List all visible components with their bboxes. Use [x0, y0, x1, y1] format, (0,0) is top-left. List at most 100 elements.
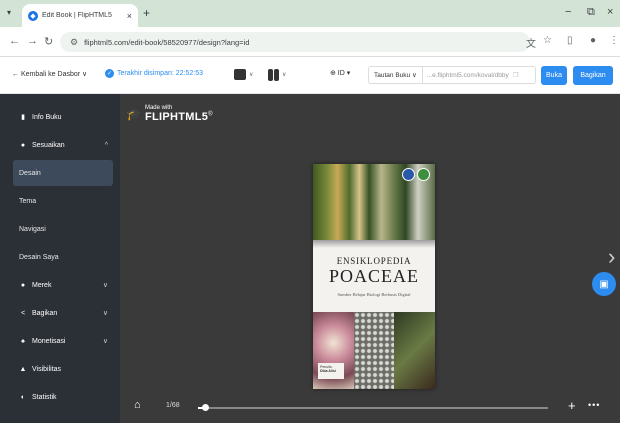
chevron-down-icon: ∨ — [249, 72, 254, 78]
chevron-up-icon: ^ — [104, 141, 108, 149]
side-panel-icon[interactable]: ▯ — [567, 35, 573, 46]
book-subtitle: Sumber Belajar Biologi Berbasis Digital — [337, 292, 411, 297]
book-preview-area: 🎓 Made with FLIPHTML5® ENSIKLOPEDIA POAC… — [120, 94, 620, 423]
open-button[interactable]: Buka — [541, 66, 567, 85]
sidebar-item-navigasi[interactable]: Navigasi — [0, 216, 120, 242]
home-icon[interactable]: ⌂ — [134, 399, 141, 411]
tab-search-icon[interactable]: ▾ — [7, 8, 11, 17]
brand-text: FLIPHTML5 — [144, 111, 209, 123]
zoom-in-icon[interactable]: + — [568, 398, 576, 413]
fliphtml5-watermark: 🎓 Made with FLIPHTML5® — [126, 105, 213, 123]
tag-icon: ● — [20, 281, 26, 289]
browser-tab[interactable]: ◆ Edit Book | FlipHTML5 × — [22, 4, 138, 27]
book-link-value: ...e.fliphtml5.com/koval/dbby — [426, 71, 509, 79]
sidebar-item-bagikan[interactable]: < Bagikan ∨ — [0, 300, 120, 326]
sidebar-item-desain-saya[interactable]: Desain Saya — [0, 244, 120, 270]
browser-tab-strip: ▾ ◆ Edit Book | FlipHTML5 × + − ⧉ × — [0, 0, 620, 27]
page-right-icon — [274, 68, 279, 81]
viewer-bottom-bar: ⌂ 1/68 + ••• — [120, 394, 620, 423]
share-icon: < — [20, 309, 26, 317]
sidebar-item-label: Bagikan — [32, 309, 58, 317]
chevron-down-icon: ∨ — [102, 282, 108, 289]
url-text: fliphtml5.com/edit-book/58520977/design?… — [84, 37, 250, 47]
sidebar-item-label: Desain Saya — [19, 253, 59, 261]
page-slider-knob[interactable] — [202, 404, 209, 411]
back-icon[interactable]: ← — [9, 35, 20, 47]
url-field[interactable]: ⚙ fliphtml5.com/edit-book/58520977/desig… — [60, 32, 530, 52]
book-title-big: POACEAE — [328, 266, 419, 286]
sidebar-item-label: Navigasi — [19, 225, 46, 233]
sidebar-item-monetisasi[interactable]: ♠ Monetisasi ∨ — [0, 328, 120, 354]
language-dropdown[interactable]: ⊕ ID ▾ — [330, 69, 350, 77]
authors-box: Penulis: Diba Alisi — [318, 363, 344, 379]
forward-icon[interactable]: → — [27, 35, 38, 47]
close-tab-icon[interactable]: × — [127, 11, 132, 21]
sidebar-item-sesuaikan[interactable]: ● Sesuaikan ^ — [0, 132, 120, 158]
site-info-icon[interactable]: ⚙ — [70, 37, 78, 48]
translate-icon[interactable]: 文 — [526, 35, 536, 50]
new-tab-button[interactable]: + — [143, 6, 150, 20]
sidebar-item-label: Desain — [19, 169, 41, 177]
page-indicator: 1/68 — [166, 402, 180, 409]
sidebar-item-label: Info Buku — [32, 113, 62, 121]
sidebar: ▮ Info Buku ● Sesuaikan ^ Desain Tema Na… — [0, 94, 120, 423]
more-options-icon[interactable]: ••• — [588, 400, 600, 410]
book-cover[interactable]: ENSIKLOPEDIA POACEAE Sumber Belajar Biol… — [313, 164, 435, 389]
profile-icon[interactable]: ● — [590, 35, 596, 46]
chevron-down-icon: ∨ — [102, 338, 108, 345]
check-icon: ✓ — [105, 69, 114, 78]
share-button[interactable]: Bagikan — [573, 66, 613, 85]
logo-badge-icon — [417, 168, 430, 181]
book-link-label[interactable]: Tautan Buku ∨ — [369, 67, 423, 83]
layout-dropdown[interactable]: ∨ — [268, 67, 286, 82]
page-slider[interactable] — [198, 404, 548, 411]
book-link-field[interactable]: Tautan Buku ∨ ...e.fliphtml5.com/koval/d… — [368, 66, 536, 84]
back-to-dashboard-button[interactable]: ← Kembali ke Dasbor ∨ — [12, 70, 87, 78]
browser-tab-title: Edit Book | FlipHTML5 — [42, 12, 112, 19]
book-icon: ▮ — [21, 114, 25, 121]
copy-icon[interactable]: ❐ — [513, 71, 522, 79]
lock-icon: ▲ — [19, 365, 27, 373]
sidebar-item-desain[interactable]: Desain — [13, 160, 113, 186]
next-page-icon[interactable]: › — [608, 244, 615, 270]
editor-toolbar: ← Kembali ke Dasbor ∨ ✓ Terakhir disimpa… — [0, 57, 620, 94]
sidebar-item-statistik[interactable]: ◐ Statistik — [0, 384, 120, 410]
fliphtml5-favicon-icon: ◆ — [28, 10, 38, 21]
address-bar-row: ← → ↻ ⚙ fliphtml5.com/edit-book/58520977… — [0, 27, 620, 57]
save-status-text: Terakhir disimpan: 22:52:53 — [117, 70, 203, 77]
reload-icon[interactable]: ↻ — [44, 35, 53, 48]
display-mode-dropdown[interactable]: ∨ — [234, 67, 253, 82]
logo-badge-icon — [402, 168, 415, 181]
paint-icon: ● — [20, 141, 26, 149]
graduation-cap-icon: 🎓 — [126, 107, 141, 121]
restore-icon[interactable]: ⧉ — [587, 6, 595, 19]
close-window-icon[interactable]: × — [607, 6, 613, 18]
bookmark-star-icon[interactable]: ☆ — [543, 35, 552, 46]
sidebar-item-label: Sesuaikan — [32, 141, 65, 149]
sidebar-item-label: Statistik — [32, 393, 57, 401]
chevron-down-icon: ∨ — [102, 310, 108, 317]
sidebar-item-merek[interactable]: ● Merek ∨ — [0, 272, 120, 298]
app-root: { "browser": { "tab_title": "Edit Book |… — [0, 0, 620, 423]
author-name: Diba Alisi — [320, 369, 336, 373]
chat-icon: ▣ — [599, 278, 609, 290]
page-left-icon — [268, 68, 273, 81]
sidebar-item-label: Merek — [32, 281, 52, 289]
chat-support-button[interactable]: ▣ — [592, 272, 616, 296]
sidebar-item-visibilitas[interactable]: ▲ Visibilitas — [0, 356, 120, 382]
sidebar-item-tema[interactable]: Tema — [0, 188, 120, 214]
sidebar-item-label: Monetisasi — [32, 337, 66, 345]
sidebar-item-info-buku[interactable]: ▮ Info Buku — [0, 104, 120, 130]
chevron-down-icon: ∨ — [282, 72, 287, 78]
sidebar-item-label: Tema — [19, 197, 37, 205]
money-icon: ♠ — [21, 337, 25, 345]
sidebar-item-label: Visibilitas — [32, 365, 62, 373]
registered-mark: ® — [208, 111, 213, 118]
book-title-small: ENSIKLOPEDIA — [336, 256, 412, 266]
save-status: ✓ Terakhir disimpan: 22:52:53 — [105, 69, 203, 78]
torn-paper-edge — [313, 240, 435, 248]
browser-menu-icon[interactable]: ⋮ — [609, 35, 619, 46]
minimize-icon[interactable]: − — [565, 6, 571, 18]
monitor-icon — [234, 69, 246, 80]
stats-icon: ◐ — [20, 393, 26, 401]
